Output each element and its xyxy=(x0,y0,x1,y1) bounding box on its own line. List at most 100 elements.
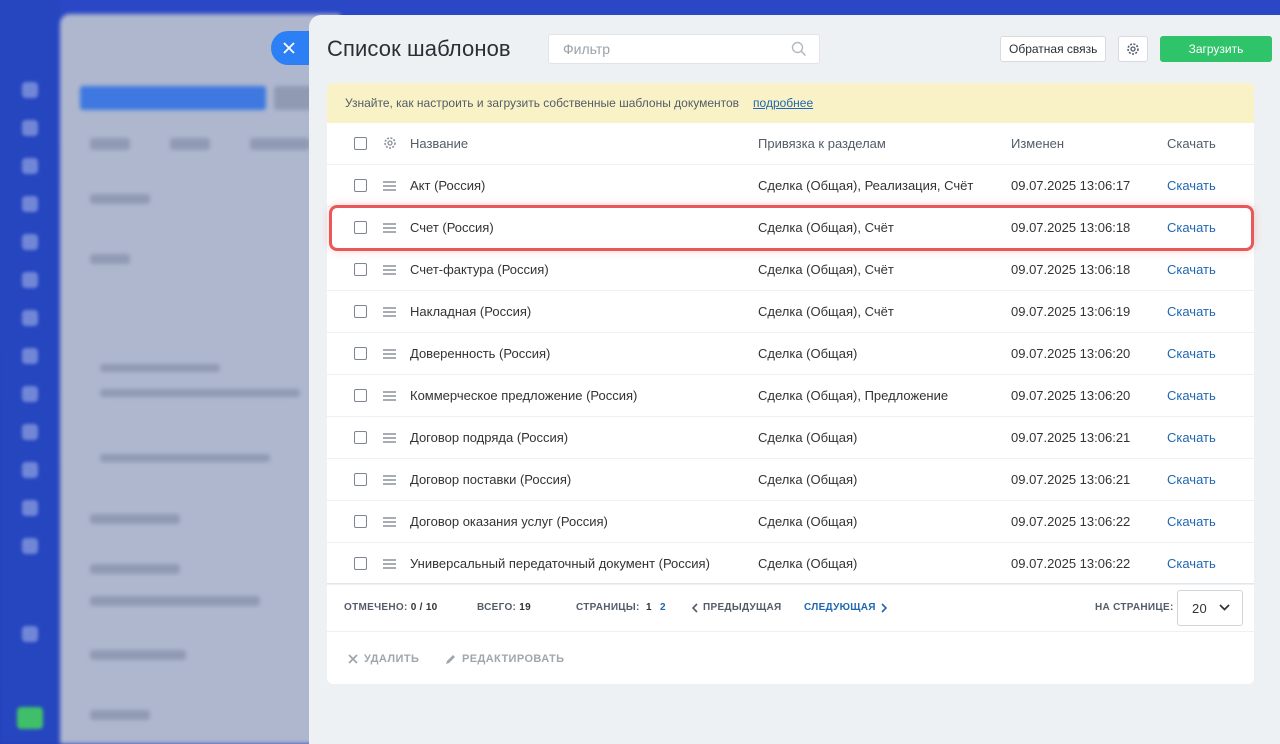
checked-value: 0 / 10 xyxy=(410,602,438,613)
total-counter: ВСЕГО: 19 xyxy=(477,602,531,613)
drag-handle-icon[interactable] xyxy=(383,181,396,191)
drag-handle-icon[interactable] xyxy=(383,307,396,317)
template-binding: Сделка (Общая), Счёт xyxy=(758,304,894,319)
template-modified: 09.07.2025 13:06:20 xyxy=(1011,388,1131,403)
table-row-highlighted[interactable]: Счет (Россия) Сделка (Общая), Счёт 09.07… xyxy=(329,205,1254,251)
edit-action-label: РЕДАКТИРОВАТЬ xyxy=(462,653,565,665)
download-link[interactable]: Скачать xyxy=(1167,472,1216,487)
row-checkbox[interactable] xyxy=(354,431,367,444)
checked-label: ОТМЕЧЕНО: xyxy=(344,602,408,613)
row-checkbox[interactable] xyxy=(354,473,367,486)
group-actions-panel: УДАЛИТЬ РЕДАКТИРОВАТЬ xyxy=(327,633,1254,683)
column-header-name[interactable]: Название xyxy=(410,136,468,151)
template-modified: 09.07.2025 13:06:22 xyxy=(1011,556,1131,571)
download-link[interactable]: Скачать xyxy=(1167,346,1216,361)
download-link[interactable]: Скачать xyxy=(1167,430,1216,445)
drag-handle-icon[interactable] xyxy=(383,349,396,359)
column-header-binding[interactable]: Привязка к разделам xyxy=(758,136,886,151)
table-row[interactable]: Накладная (Россия) Сделка (Общая), Счёт … xyxy=(327,291,1254,333)
template-binding: Сделка (Общая), Счёт xyxy=(758,262,894,277)
gear-icon xyxy=(1127,43,1139,55)
table-row[interactable]: Коммерческое предложение (Россия) Сделка… xyxy=(327,375,1254,417)
table-row[interactable]: Акт (Россия) Сделка (Общая), Реализация,… xyxy=(327,165,1254,207)
close-icon xyxy=(283,42,295,54)
chevron-down-icon xyxy=(1219,604,1230,611)
search-icon[interactable] xyxy=(791,41,807,57)
row-checkbox[interactable] xyxy=(354,305,367,318)
download-link[interactable]: Скачать xyxy=(1167,556,1216,571)
total-label: ВСЕГО: xyxy=(477,602,517,613)
row-checkbox[interactable] xyxy=(354,389,367,402)
template-modified: 09.07.2025 13:06:17 xyxy=(1011,178,1131,193)
template-name: Договор поставки (Россия) xyxy=(410,472,572,487)
per-page-value: 20 xyxy=(1192,601,1208,616)
drag-handle-icon[interactable] xyxy=(383,517,396,527)
per-page-select[interactable]: 20 xyxy=(1177,590,1243,626)
table-header-row: Название Привязка к разделам Изменен Ска… xyxy=(327,123,1254,165)
table-row[interactable]: Счет-фактура (Россия) Сделка (Общая), Сч… xyxy=(327,249,1254,291)
drag-handle-icon[interactable] xyxy=(383,223,396,233)
filter-input[interactable]: Фильтр xyxy=(548,34,820,64)
drag-handle-icon[interactable] xyxy=(383,559,396,569)
pages-label: СТРАНИЦЫ: xyxy=(576,602,640,613)
download-link[interactable]: Скачать xyxy=(1167,220,1216,235)
page-title: Список шаблонов xyxy=(327,36,511,61)
download-link[interactable]: Скачать xyxy=(1167,514,1216,529)
row-checkbox[interactable] xyxy=(354,263,367,276)
chevron-right-icon xyxy=(881,602,887,613)
grid-footer: ОТМЕЧЕНО: 0 / 10 ВСЕГО: 19 СТРАНИЦЫ: 1 2… xyxy=(327,583,1254,632)
settings-button[interactable] xyxy=(1118,36,1148,62)
feedback-button[interactable]: Обратная связь xyxy=(1000,36,1107,62)
table-row[interactable]: Договор оказания услуг (Россия) Сделка (… xyxy=(327,501,1254,543)
row-checkbox[interactable] xyxy=(354,221,367,234)
next-page-label: СЛЕДУЮЩАЯ xyxy=(804,602,876,613)
template-binding: Сделка (Общая) xyxy=(758,472,858,487)
edit-action-button[interactable]: РЕДАКТИРОВАТЬ xyxy=(445,653,564,665)
delete-action-button[interactable]: УДАЛИТЬ xyxy=(348,653,419,665)
row-checkbox[interactable] xyxy=(354,347,367,360)
templates-grid: Название Привязка к разделам Изменен Ска… xyxy=(327,123,1254,684)
page-2-link[interactable]: 2 xyxy=(660,602,666,613)
info-notice: Узнайте, как настроить и загрузить собст… xyxy=(327,83,1254,123)
page-1[interactable]: 1 xyxy=(646,602,652,613)
row-checkbox[interactable] xyxy=(354,515,367,528)
download-link[interactable]: Скачать xyxy=(1167,304,1216,319)
next-page-button[interactable]: СЛЕДУЮЩАЯ xyxy=(804,602,887,613)
background-left-menu xyxy=(0,0,60,744)
template-binding: Сделка (Общая) xyxy=(758,430,858,445)
table-row[interactable]: Договор подряда (Россия) Сделка (Общая) … xyxy=(327,417,1254,459)
table-row[interactable]: Договор поставки (Россия) Сделка (Общая)… xyxy=(327,459,1254,501)
drag-handle-icon[interactable] xyxy=(383,265,396,275)
per-page-label: НА СТРАНИЦЕ: xyxy=(1095,602,1174,613)
notice-more-link[interactable]: подробнее xyxy=(753,96,813,110)
download-link[interactable]: Скачать xyxy=(1167,388,1216,403)
drag-handle-icon[interactable] xyxy=(383,433,396,443)
checked-counter: ОТМЕЧЕНО: 0 / 10 xyxy=(344,602,438,613)
total-value: 19 xyxy=(519,602,532,613)
template-binding: Сделка (Общая) xyxy=(758,346,858,361)
select-all-checkbox[interactable] xyxy=(354,137,367,150)
template-name: Договор подряда (Россия) xyxy=(410,430,569,445)
background-deal-panel xyxy=(60,14,340,744)
template-binding: Сделка (Общая), Предложение xyxy=(758,388,949,403)
template-name: Счет (Россия) xyxy=(410,220,494,235)
download-link[interactable]: Скачать xyxy=(1167,262,1216,277)
row-checkbox[interactable] xyxy=(354,557,367,570)
template-name: Договор оказания услуг (Россия) xyxy=(410,514,608,529)
pencil-icon xyxy=(446,654,455,664)
drag-handle-icon[interactable] xyxy=(383,391,396,401)
column-header-download: Скачать xyxy=(1167,136,1216,151)
download-link[interactable]: Скачать xyxy=(1167,178,1216,193)
prev-page-button[interactable]: ПРЕДЫДУЩАЯ xyxy=(692,602,782,613)
table-row[interactable]: Доверенность (Россия) Сделка (Общая) 09.… xyxy=(327,333,1254,375)
chevron-left-icon xyxy=(692,602,698,613)
upload-button[interactable]: Загрузить xyxy=(1160,36,1272,62)
column-settings-gear-icon[interactable] xyxy=(383,136,397,150)
drag-handle-icon[interactable] xyxy=(383,475,396,485)
template-name: Универсальный передаточный документ (Рос… xyxy=(410,556,710,571)
table-row[interactable]: Универсальный передаточный документ (Рос… xyxy=(327,543,1254,585)
column-header-modified[interactable]: Изменен xyxy=(1011,136,1064,151)
row-checkbox[interactable] xyxy=(354,179,367,192)
prev-page-label: ПРЕДЫДУЩАЯ xyxy=(703,602,782,613)
template-modified: 09.07.2025 13:06:18 xyxy=(1011,220,1131,235)
